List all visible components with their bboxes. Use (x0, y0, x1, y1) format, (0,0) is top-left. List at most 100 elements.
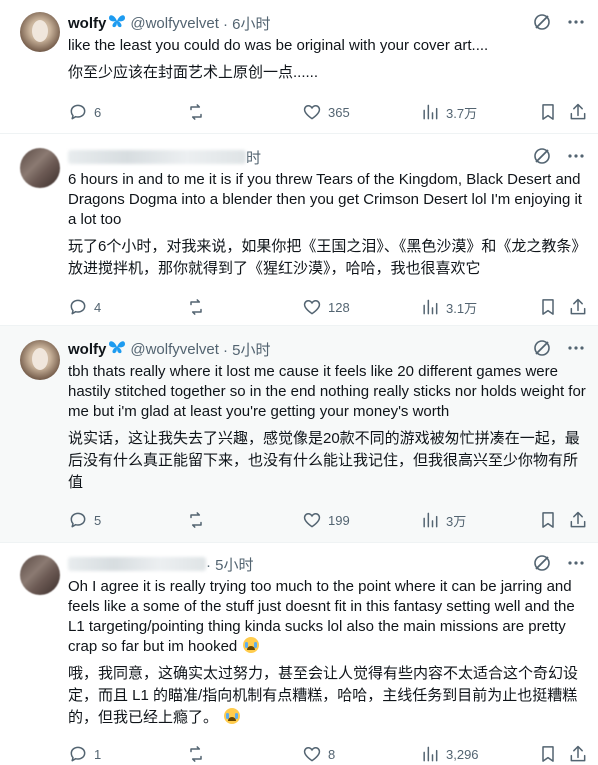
reply-button[interactable]: 4 (68, 297, 101, 317)
repost-icon (190, 746, 202, 762)
grok-icon[interactable] (532, 553, 552, 573)
reply-count: 1 (94, 746, 102, 762)
reply-icon (70, 746, 86, 762)
more-icon[interactable] (566, 146, 586, 166)
share-icon (570, 298, 586, 315)
bookmark-button[interactable] (538, 744, 558, 764)
tweet-text: 6 hours in and to me it is if you threw … (68, 171, 582, 228)
reply-icon (70, 512, 86, 528)
like-count: 199 (328, 512, 350, 528)
share-button[interactable] (568, 744, 588, 764)
timestamp[interactable]: · 5小时 (206, 554, 254, 575)
crying-face-emoji (224, 708, 241, 724)
tweet-translation: 你至少应该在封面艺术上原创一点...... (68, 64, 319, 81)
reply-button[interactable]: 1 (68, 744, 101, 764)
bookmark-button[interactable] (538, 102, 558, 122)
reply-count: 5 (94, 512, 102, 528)
repost-icon (190, 104, 202, 120)
views-icon (423, 104, 438, 120)
tweet-translation: 玩了6个小时，对我来说，如果你把《王国之泪》、《黑色沙漠》和《龙之教条》放进搅拌… (68, 238, 579, 277)
views-icon (423, 299, 438, 315)
butterfly-badge-icon (108, 339, 126, 359)
heart-icon (303, 746, 321, 762)
tweet-4-actions: 1 8 3,296 (68, 744, 586, 764)
repost-button[interactable] (186, 744, 212, 764)
timestamp[interactable]: 时 (246, 147, 261, 168)
like-count: 8 (328, 746, 336, 762)
author-handle[interactable]: @wolfyvelvet (130, 341, 219, 358)
views-button[interactable]: 3万 (420, 510, 466, 530)
author-name[interactable]: wolfy (68, 341, 106, 358)
avatar[interactable] (20, 148, 60, 188)
grok-icon[interactable] (532, 338, 552, 358)
tweet-translation: 说实话，这让我失去了兴趣，感觉像是20款不同的游戏被匆忙拼凑在一起，最后没有什么… (68, 430, 580, 491)
author-name-blurred (68, 150, 246, 164)
bookmark-icon (542, 746, 554, 762)
timestamp[interactable]: · 5小时 (223, 339, 271, 360)
like-button[interactable]: 128 (302, 297, 350, 317)
tweet-text: like the least you could do was be origi… (68, 37, 489, 54)
crying-face-emoji (243, 637, 260, 653)
views-count: 3,296 (446, 746, 479, 762)
grok-icon[interactable] (532, 12, 552, 32)
more-icon[interactable] (566, 553, 586, 573)
views-icon (423, 512, 438, 528)
views-button[interactable]: 3,296 (420, 744, 479, 764)
author-handle[interactable]: @wolfyvelvet (130, 15, 219, 32)
views-count: 3.1万 (446, 300, 478, 316)
reply-button[interactable]: 5 (68, 510, 101, 530)
author-name[interactable]: wolfy (68, 15, 106, 32)
share-button[interactable] (568, 297, 588, 317)
tweet-text-content: Oh I agree it is really trying too much … (68, 578, 575, 655)
share-icon (570, 511, 586, 528)
grok-icon[interactable] (532, 146, 552, 166)
more-icon[interactable] (566, 338, 586, 358)
share-icon (570, 103, 586, 120)
bookmark-icon (542, 299, 554, 315)
views-count: 3.7万 (446, 105, 478, 121)
views-count: 3万 (446, 513, 467, 529)
heart-icon (303, 299, 321, 315)
tweet-3-actions: 5 199 3万 (68, 510, 586, 530)
views-button[interactable]: 3.1万 (420, 297, 477, 317)
butterfly-badge-icon (108, 13, 126, 33)
bookmark-icon (542, 104, 554, 120)
like-button[interactable]: 199 (302, 510, 350, 530)
share-icon (570, 745, 586, 762)
repost-button[interactable] (186, 102, 212, 122)
reply-icon (70, 299, 86, 315)
heart-icon (303, 512, 321, 528)
tweet-4[interactable]: · 5小时 Oh I agree it is really trying too… (0, 543, 598, 765)
share-button[interactable] (568, 102, 588, 122)
like-button[interactable]: 8 (302, 744, 335, 764)
like-count: 365 (328, 104, 350, 120)
reply-button[interactable]: 6 (68, 102, 101, 122)
author-name-blurred (68, 557, 206, 571)
tweet-1-actions: 6 365 3.7万 (68, 102, 586, 122)
timestamp[interactable]: · 6小时 (223, 13, 271, 34)
repost-button[interactable] (186, 510, 212, 530)
reply-count: 6 (94, 104, 102, 120)
tweet-text: Oh I agree it is really trying too much … (68, 577, 586, 657)
bookmark-icon (542, 512, 554, 528)
repost-icon (190, 512, 202, 528)
repost-button[interactable] (186, 297, 212, 317)
heart-icon (303, 104, 321, 120)
bookmark-button[interactable] (538, 297, 558, 317)
views-button[interactable]: 3.7万 (420, 102, 477, 122)
tweet-translation-content: 哦，我同意，这确实太过努力，甚至会让人觉得有些内容不太适合这个奇幻设定，而且 L… (68, 665, 579, 726)
more-icon[interactable] (566, 12, 586, 32)
like-count: 128 (328, 299, 350, 315)
tweet-text: tbh thats really where it lost me cause … (68, 363, 586, 420)
avatar[interactable] (20, 12, 60, 52)
tweet-translation: 哦，我同意，这确实太过努力，甚至会让人觉得有些内容不太适合这个奇幻设定，而且 L… (68, 663, 586, 729)
like-button[interactable]: 365 (302, 102, 350, 122)
reply-count: 4 (94, 299, 102, 315)
views-icon (423, 746, 438, 762)
avatar[interactable] (20, 555, 60, 595)
reply-icon (70, 104, 86, 120)
bookmark-button[interactable] (538, 510, 558, 530)
share-button[interactable] (568, 510, 588, 530)
avatar[interactable] (20, 340, 60, 380)
tweet-2-actions: 4 128 3.1万 (68, 297, 586, 317)
